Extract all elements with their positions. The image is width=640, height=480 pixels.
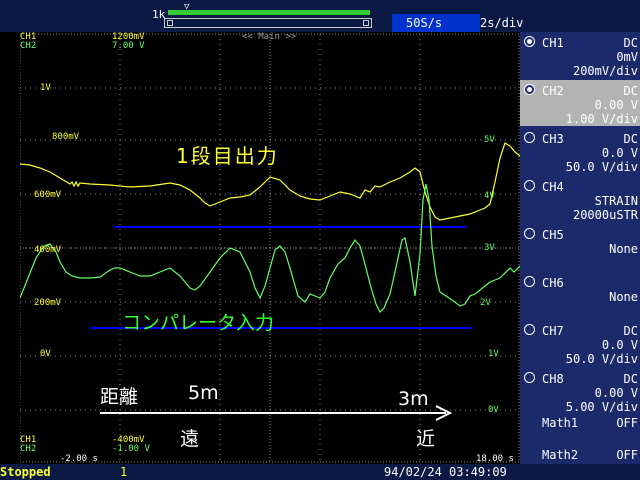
time-div: 2s/div (480, 16, 524, 30)
footer-ch2-value: -1.00 V (112, 444, 150, 454)
footer-ch2-name: CH2 (20, 444, 37, 454)
channel-enable-toggle[interactable] (524, 180, 535, 191)
math-name: Math1 (542, 416, 579, 430)
sample-rate: 50S/s (406, 16, 443, 30)
annotation-far: 遠 (180, 428, 200, 450)
main-label: << Main >> (242, 32, 297, 42)
acquisition-count: 1 (120, 465, 128, 479)
channel-scale: 5.00 V/div (565, 400, 638, 414)
channel-mode: STRAIN (594, 194, 638, 208)
header-ch2-name: CH2 (20, 41, 37, 51)
channel-coupling: DC (623, 132, 638, 146)
channel-ch6[interactable]: CH6 None (520, 272, 640, 318)
channel-name: CH3 (542, 132, 564, 146)
channel-mode: None (609, 290, 638, 304)
left-scale-label: 600mV (34, 190, 62, 200)
channel-coupling: DC (623, 372, 638, 386)
channel-offset: 0.0 V (601, 338, 638, 352)
time-start: -2.00 s (60, 454, 98, 464)
channel-ch2[interactable]: CH2 DC 0.00 V 1.00 V/div (520, 80, 640, 126)
waveform-screen: ⏚ CH1 1200mV CH2 7.00 V << Main >> 1V 80… (20, 32, 520, 464)
math-value: OFF (616, 448, 638, 462)
zoom-window-bar[interactable] (164, 18, 372, 28)
channel-coupling: DC (623, 324, 638, 338)
right-scale-label: 2V (480, 298, 491, 308)
svg-text:⏚: ⏚ (20, 349, 22, 361)
sample-rate-box: 50S/s (392, 14, 480, 32)
right-scale-label: 3V (484, 243, 495, 253)
math-value: OFF (616, 416, 638, 430)
left-scale-label: 200mV (34, 298, 62, 308)
channel-enable-toggle[interactable] (524, 36, 535, 47)
channel-name: CH6 (542, 276, 564, 290)
left-scale-label: 400mV (34, 245, 62, 255)
channel-ch7[interactable]: CH7 DC 0.0 V 50.0 V/div (520, 320, 640, 366)
left-scale-label: 0V (40, 349, 51, 359)
right-scale-label: 1V (488, 349, 499, 359)
channel-scale: 1.00 V/div (565, 112, 638, 126)
channel-name: CH5 (542, 228, 564, 242)
channel-offset: 0.0 V (601, 146, 638, 160)
channel-scale: 20000uSTR (572, 208, 638, 222)
left-scale-label: 800mV (52, 132, 80, 142)
channel-coupling: DC (623, 84, 638, 98)
datetime: 94/02/24 03:49:09 (384, 465, 507, 479)
channel-enable-toggle[interactable] (524, 228, 535, 239)
top-bar: 1k ▽ 50S/s 2s/div (0, 0, 640, 32)
channel-coupling: DC (623, 36, 638, 50)
channel-enable-toggle[interactable] (524, 84, 535, 95)
channel-name: CH4 (542, 180, 564, 194)
math-name: Math2 (542, 448, 579, 462)
channel-enable-toggle[interactable] (524, 372, 535, 383)
channel-offset: 0mV (616, 50, 638, 64)
channel-ch1[interactable]: CH1 DC 0mV 200mV/div (520, 32, 640, 78)
channel-name: CH1 (542, 36, 564, 50)
channel-name: CH8 (542, 372, 564, 386)
left-scale-label: 1V (40, 83, 51, 93)
channel-enable-toggle[interactable] (524, 276, 535, 287)
right-scale-label: 4V (484, 191, 495, 201)
right-scale-label: 5V (484, 135, 495, 145)
channel-panel: CH1 DC 0mV 200mV/div CH2 DC 0.00 V 1.00 … (520, 32, 640, 480)
channel-scale: 50.0 V/div (565, 160, 638, 174)
graticule: ⏚ (20, 33, 520, 463)
annotation-comparator: コンパレータ入力 (122, 312, 275, 334)
math2-item[interactable]: Math2 OFF (542, 448, 638, 462)
channel-name: CH7 (542, 324, 564, 338)
channel-offset: 0.00 V (594, 98, 638, 112)
header-ch2-value: 7.00 V (112, 41, 145, 51)
acquisition-state: Stopped (0, 465, 51, 479)
channel-ch3[interactable]: CH3 DC 0.0 V 50.0 V/div (520, 128, 640, 174)
channel-ch5[interactable]: CH5 None (520, 224, 640, 270)
channel-offset: 0.00 V (594, 386, 638, 400)
channel-scale: 200mV/div (572, 64, 638, 78)
channel-scale: 50.0 V/div (565, 352, 638, 366)
channel-enable-toggle[interactable] (524, 324, 535, 335)
channel-name: CH2 (542, 84, 564, 98)
math1-item[interactable]: Math1 OFF (542, 416, 638, 430)
status-bar: Stopped 1 94/02/24 03:49:09 (0, 464, 640, 480)
distance-arrow (100, 405, 453, 421)
right-scale-label: 0V (488, 405, 499, 415)
channel-ch4[interactable]: CH4 STRAIN 20000uSTR (520, 176, 640, 222)
annotation-near: 近 (416, 428, 436, 450)
record-length-bar (168, 10, 370, 15)
trigger-position-marker[interactable]: ▽ (184, 2, 189, 12)
channel-mode: None (609, 242, 638, 256)
annotation-output: 1段目出力 (176, 144, 279, 168)
time-end: 18.00 s (476, 454, 514, 464)
channel-ch8[interactable]: CH8 DC 0.00 V 5.00 V/div (520, 368, 640, 414)
annotation-5m: 5m (188, 382, 219, 404)
channel-enable-toggle[interactable] (524, 132, 535, 143)
